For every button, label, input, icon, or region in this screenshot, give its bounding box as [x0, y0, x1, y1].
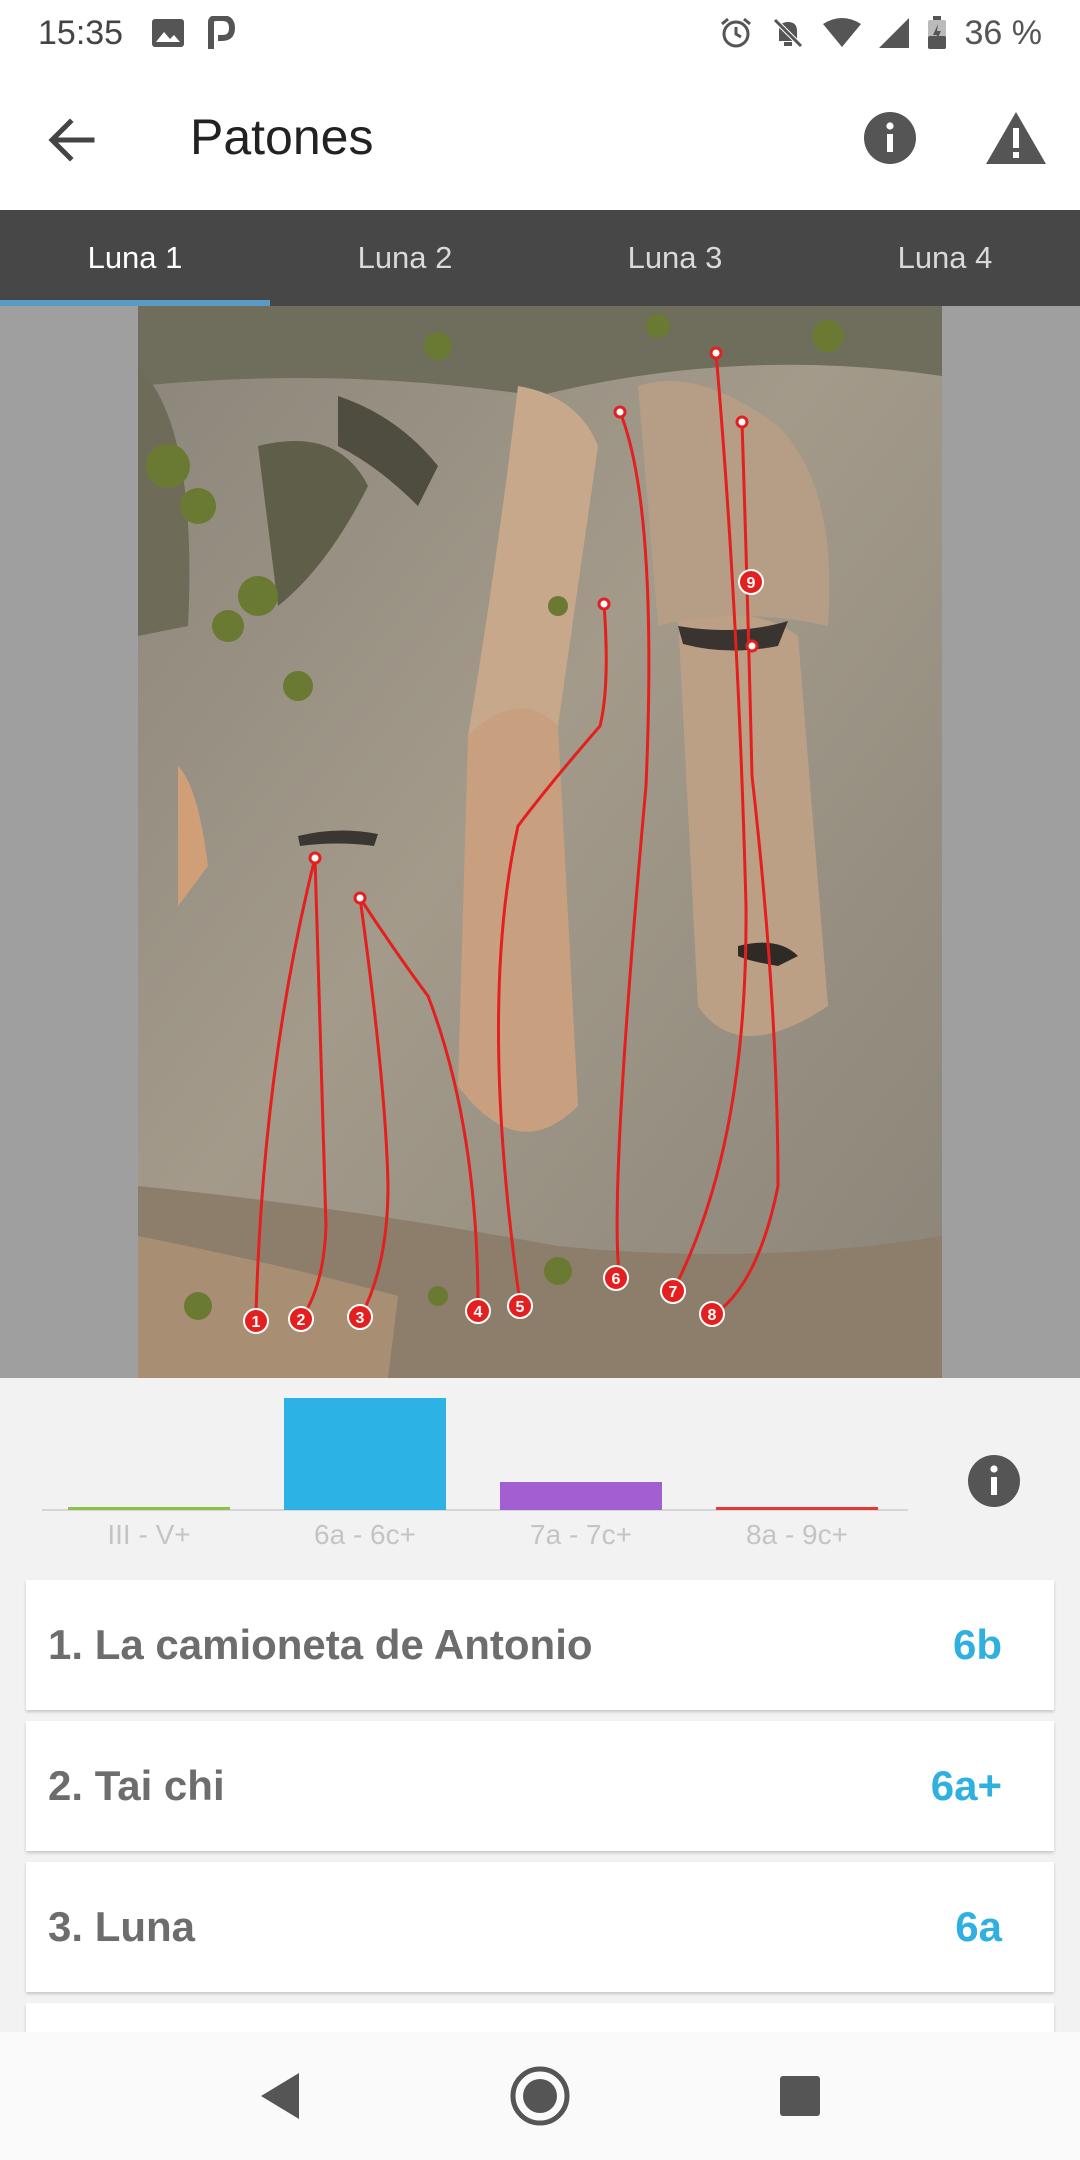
grade-bar-1	[68, 1507, 230, 1510]
route-grade: 6b	[952, 1621, 1002, 1668]
alarm-icon	[720, 17, 751, 48]
wifi-icon	[822, 18, 861, 47]
route-grade: 6a+	[930, 1762, 1002, 1809]
tab-luna-2[interactable]: Luna 2	[270, 210, 540, 306]
signal-icon	[878, 18, 909, 48]
route-marker-8[interactable]: 8	[699, 1301, 725, 1327]
tab-luna-3[interactable]: Luna 3	[540, 210, 810, 306]
silent-icon	[772, 18, 803, 48]
tab-label: Luna 4	[897, 240, 993, 275]
battery-percent: 36 %	[964, 13, 1043, 52]
route-marker-label: 5	[516, 1299, 525, 1316]
route-marker-label: 4	[474, 1304, 483, 1321]
route-marker-5[interactable]: 5	[507, 1293, 533, 1319]
tab-label: Luna 1	[87, 240, 183, 275]
route-marker-1[interactable]: 1	[243, 1308, 269, 1334]
route-list: 1. La camioneta de Antonio 6b 2. Tai chi…	[26, 1580, 1054, 2054]
route-marker-7[interactable]: 7	[660, 1278, 686, 1304]
grade-tick-label: III - V+	[107, 1519, 190, 1550]
route-marker-label: 1	[252, 1314, 261, 1331]
route-marker-label: 9	[747, 575, 756, 592]
route-marker-9[interactable]: 9	[738, 569, 764, 595]
list-item[interactable]: 2. Tai chi 6a+	[26, 1721, 1054, 1851]
recents-square-icon[interactable]	[765, 2061, 835, 2131]
route-marker-6[interactable]: 6	[603, 1265, 629, 1291]
grade-bar-3	[500, 1482, 662, 1510]
info-icon[interactable]	[862, 110, 918, 166]
topo-panel[interactable]: 1 2 3 4 5 6 7 8 9	[0, 306, 1080, 1378]
route-marker-label: 3	[356, 1310, 365, 1327]
app-toolbar: Patones	[0, 66, 1080, 210]
tab-luna-4[interactable]: Luna 4	[810, 210, 1080, 306]
home-circle-icon[interactable]	[505, 2061, 575, 2131]
arrow-back-icon[interactable]	[44, 112, 100, 168]
list-item[interactable]: 3. Luna 6a	[26, 1862, 1054, 1992]
battery-icon	[927, 16, 946, 49]
grade-tick-label: 8a - 9c+	[746, 1519, 848, 1550]
route-marker-label: 6	[612, 1271, 621, 1288]
info-icon[interactable]	[966, 1453, 1022, 1509]
image-icon	[152, 19, 185, 47]
tab-luna-1[interactable]: Luna 1	[0, 210, 270, 306]
sector-tabs: Luna 1 Luna 2 Luna 3 Luna 4	[0, 210, 1080, 306]
route-marker-4[interactable]: 4	[465, 1298, 491, 1324]
route-grade: 6a	[955, 1903, 1002, 1950]
route-marker-label: 2	[297, 1312, 306, 1329]
tab-label: Luna 2	[357, 240, 453, 275]
grade-bar-4	[716, 1507, 878, 1510]
app-screen: 15:35 36 % Patones Luna 1 Luna 2 Luna 3 …	[0, 0, 1080, 2160]
tab-label: Luna 3	[627, 240, 723, 275]
topo-image[interactable]: 1 2 3 4 5 6 7 8 9	[138, 306, 942, 1378]
parking-icon	[208, 16, 236, 49]
status-bar: 15:35 36 %	[0, 0, 1080, 66]
route-name: 2. Tai chi	[48, 1762, 225, 1809]
route-marker-label: 8	[708, 1307, 717, 1324]
status-time: 15:35	[38, 13, 124, 52]
grade-tick-label: 6a - 6c+	[314, 1519, 416, 1550]
route-marker-2[interactable]: 2	[288, 1306, 314, 1332]
route-marker-3[interactable]: 3	[347, 1304, 373, 1330]
route-name: 3. Luna	[48, 1903, 196, 1950]
grade-bar-2	[284, 1398, 446, 1510]
grade-tick-label: 7a - 7c+	[530, 1519, 632, 1550]
back-triangle-icon[interactable]	[245, 2061, 315, 2131]
warning-icon[interactable]	[985, 110, 1047, 166]
route-name: 1. La camioneta de Antonio	[48, 1621, 593, 1668]
grade-chart-svg: III - V+ 6a - 6c+ 7a - 7c+ 8a - 9c+	[42, 1398, 908, 1550]
list-item[interactable]: 1. La camioneta de Antonio 6b	[26, 1580, 1054, 1710]
grade-chart: III - V+ 6a - 6c+ 7a - 7c+ 8a - 9c+	[0, 1378, 1080, 1570]
page-title: Patones	[190, 109, 374, 165]
route-marker-label: 7	[669, 1284, 678, 1301]
system-nav-bar	[0, 2032, 1080, 2160]
